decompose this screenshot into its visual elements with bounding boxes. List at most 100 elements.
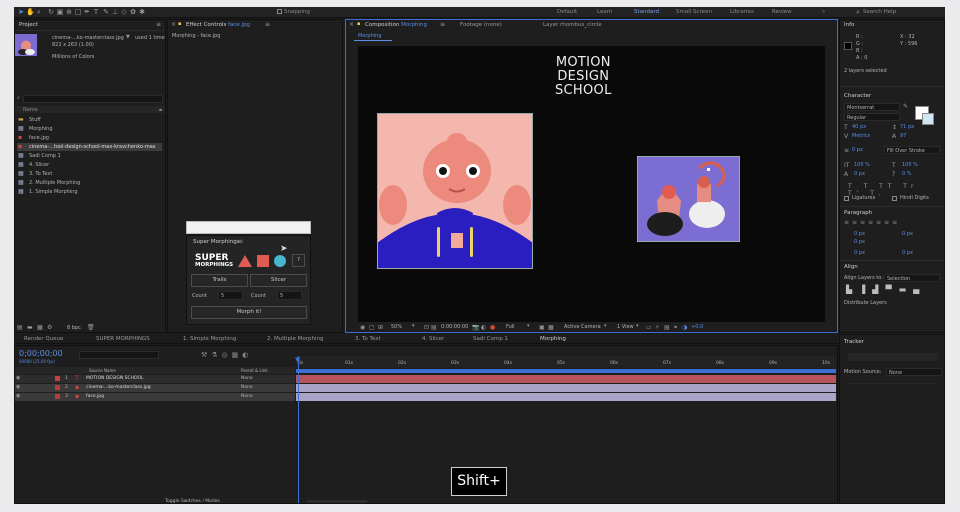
playhead-handle-icon[interactable]: ▼ — [295, 356, 300, 364]
time-ruler[interactable]: 0s 01s 02s 03s 04s 05s 06s 07s 08s 09s 1… — [296, 356, 836, 368]
morph-button[interactable]: Morph it! — [191, 306, 307, 319]
close-icon[interactable]: × — [171, 21, 176, 28]
tab-align[interactable]: Align — [844, 264, 858, 270]
indent-first[interactable]: 0 px — [854, 239, 865, 245]
tab-render-queue[interactable]: Render Queue — [24, 336, 63, 342]
camera-dropdown[interactable]: Active Camera ▾ — [561, 323, 611, 332]
list-item[interactable]: ▬ Stuff — [17, 116, 162, 124]
label-color[interactable] — [55, 376, 60, 381]
count-input-2[interactable]: 5 — [277, 291, 302, 300]
comp-viewer[interactable]: MOTION DESIGN SCHOOL — [358, 46, 825, 322]
workspace-small-screen[interactable]: Small Screen — [676, 9, 712, 15]
visibility-icon[interactable]: ◉ — [16, 393, 20, 400]
flowchart-icon[interactable]: ⚭ — [673, 324, 678, 331]
pen-tool-icon[interactable]: ✒ — [83, 8, 91, 16]
layer-bar-1[interactable] — [296, 375, 836, 383]
hand-tool-icon[interactable]: ✋ — [26, 8, 35, 16]
indent-left[interactable]: 0 px — [854, 231, 865, 237]
lock-icon[interactable]: ▪ — [178, 21, 181, 28]
bit-depth[interactable]: 8 bpc — [67, 325, 81, 331]
list-item[interactable]: ▦ 1. Simple Morphing — [17, 188, 162, 196]
column-name[interactable]: Name — [23, 107, 38, 113]
baseline-shift[interactable]: 0 px — [854, 171, 865, 177]
pan-behind-tool-icon[interactable]: ⊕ — [65, 8, 73, 16]
tab-simple-morphing[interactable]: 1. Simple Morphing — [183, 336, 236, 342]
workspace-default[interactable]: Default — [557, 9, 577, 15]
tab-tracker[interactable]: Tracker — [844, 339, 864, 345]
panel-menu-icon[interactable]: ≡ — [265, 21, 270, 28]
list-item[interactable]: ▦ Sadi Comp 1 — [17, 152, 162, 160]
count-input[interactable]: 5 — [218, 291, 243, 300]
ligatures-checkbox[interactable] — [844, 196, 849, 201]
workspace-more-icon[interactable]: » — [822, 9, 825, 15]
search-icon[interactable]: ⌕ — [854, 8, 862, 16]
font-size[interactable]: 40 px — [852, 124, 866, 130]
timeline-icon[interactable]: ▤ — [664, 324, 670, 331]
panel-menu-icon[interactable]: ≡ — [440, 21, 445, 28]
snapping-checkbox[interactable] — [277, 9, 282, 14]
indent-right[interactable]: 0 px — [902, 231, 913, 237]
tracking[interactable]: 97 — [900, 133, 906, 139]
camera-tool-icon[interactable]: ▣ — [56, 8, 64, 16]
region-icon[interactable]: ▢ — [369, 324, 375, 331]
project-search-input[interactable] — [23, 95, 163, 103]
tab-character[interactable]: Character — [844, 93, 871, 99]
viewer-timecode[interactable]: 0:00:00:00 — [441, 324, 468, 330]
shape-tool-icon[interactable]: □ — [74, 8, 82, 16]
align-to-dropdown[interactable]: Selection — [884, 274, 940, 282]
trails-button[interactable]: Trails — [191, 274, 248, 287]
fit-icon[interactable]: ⊡ — [424, 324, 429, 331]
timeline-timecode[interactable]: 0;00;00;00 — [19, 349, 63, 358]
tsume[interactable]: 0 % — [902, 171, 912, 177]
list-item[interactable]: ▦ 4. Slicer — [17, 161, 162, 169]
eyedropper-icon[interactable]: ✎ — [903, 103, 908, 110]
table-row[interactable]: ◉ 2 ▪ cinema-...ko-masterclass.jpg None — [15, 384, 295, 392]
font-dropdown[interactable]: Montserrat — [844, 103, 900, 111]
motion-design-school-text[interactable]: MOTION DESIGN SCHOOL — [555, 56, 612, 98]
tab-layer[interactable]: Layer rhombus_circle — [543, 22, 602, 28]
list-item[interactable]: ▦ Morphing — [17, 125, 162, 133]
label-color[interactable] — [55, 385, 60, 390]
tab-sadi-comp[interactable]: Sadi Comp 1 — [473, 336, 508, 342]
faux-style-buttons[interactable]: T T TT Tr T' T, — [848, 183, 928, 197]
tab-super-morphings[interactable]: SUPER MORPHINGS — [96, 336, 150, 342]
zoom-dropdown[interactable]: 50% ▾ — [388, 323, 420, 332]
view-layout-dropdown[interactable]: 1 View ▾ — [614, 323, 642, 332]
close-icon[interactable]: × — [349, 21, 354, 28]
work-area-bar[interactable] — [296, 369, 836, 373]
brush-tool-icon[interactable]: ✎ — [102, 8, 110, 16]
workspace-libraries[interactable]: Libraries — [730, 9, 754, 15]
tab-info[interactable]: Info — [844, 22, 854, 28]
leading[interactable]: 71 px — [900, 124, 914, 130]
help-button[interactable]: ? — [292, 254, 305, 267]
type-tool-icon[interactable]: T — [92, 8, 100, 16]
space-before[interactable]: 0 px — [854, 250, 865, 256]
font-style-dropdown[interactable]: Regular — [844, 113, 900, 121]
trash-icon[interactable]: 🗑 — [87, 324, 95, 331]
workspace-review[interactable]: Review — [772, 9, 792, 15]
timeline-search-input[interactable] — [79, 351, 159, 359]
list-item-selected[interactable]: ▪ cinema-...tool-design-school-max-kravc… — [17, 143, 162, 151]
tab-composition[interactable]: Composition Morphing — [365, 22, 427, 28]
tab-morphing[interactable]: Morphing — [540, 336, 566, 342]
slicer-button[interactable]: Slicer — [250, 274, 307, 287]
list-item[interactable]: ▦ 3. To Text — [17, 170, 162, 178]
region-interest-icon[interactable]: ▣ — [539, 324, 545, 331]
clone-stamp-tool-icon[interactable]: ⊥ — [111, 8, 119, 16]
space-after[interactable]: 0 px — [902, 250, 913, 256]
table-row[interactable]: ◉ 3 ▪ face.jpg None — [15, 393, 295, 401]
kerning[interactable]: Metrics — [852, 133, 870, 139]
transparency-icon[interactable]: ▤ — [431, 324, 437, 331]
zoom-slider[interactable] — [307, 500, 367, 503]
selection-tool-icon[interactable]: ➤ — [17, 8, 25, 16]
stroke-type-dropdown[interactable]: Fill Over Stroke — [884, 146, 940, 154]
tab-multiple-morphing[interactable]: 2. Multiple Morphing — [267, 336, 323, 342]
resolution-dropdown[interactable]: Full ▾ — [503, 323, 535, 332]
grid-icon[interactable]: ⊞ — [378, 324, 383, 331]
layer-bar-2[interactable] — [296, 384, 836, 392]
workspace-learn[interactable]: Learn — [597, 9, 612, 15]
layer-bar-3[interactable] — [296, 393, 836, 401]
eraser-tool-icon[interactable]: ◇ — [120, 8, 128, 16]
new-folder-icon[interactable]: ▬ — [27, 324, 33, 331]
visibility-icon[interactable]: ◉ — [16, 375, 20, 382]
